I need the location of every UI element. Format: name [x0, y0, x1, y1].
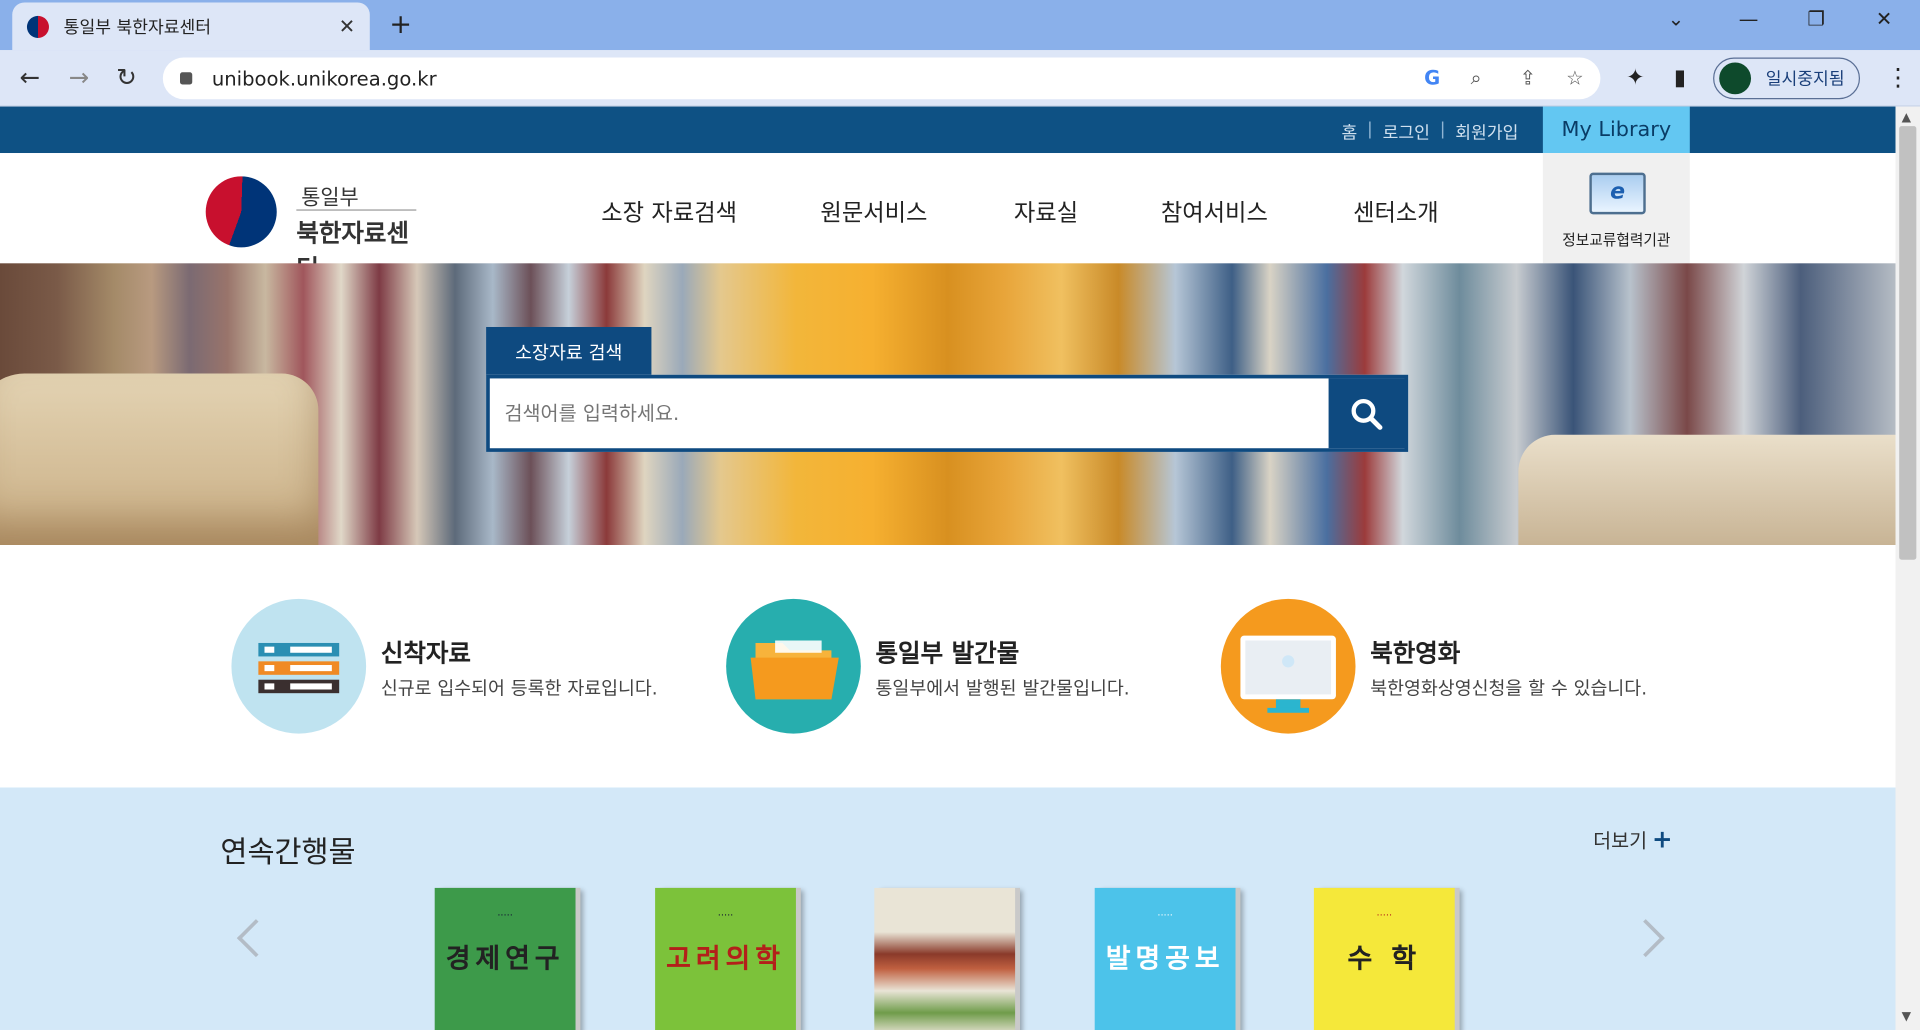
share-icon[interactable]: ⇪ — [1520, 66, 1536, 89]
quick-link-title: 북한영화 — [1370, 638, 1461, 668]
serial-cover[interactable]: ····· 수 학 — [1313, 887, 1455, 1030]
site-favicon-icon — [26, 15, 49, 38]
lock-icon — [180, 72, 193, 85]
folder-icon — [726, 598, 861, 734]
quick-link-ministry-publications[interactable]: 통일부 발간물 통일부에서 발행된 발간물입니다. — [726, 598, 1191, 734]
laptop-e-icon: e — [1589, 172, 1646, 215]
close-tab-icon[interactable]: ✕ — [339, 15, 355, 38]
monitor-icon — [1220, 598, 1356, 734]
utility-bar: 홈 | 로그인 | 회원가입 My Library — [0, 106, 1896, 154]
browser-menu-icon[interactable]: ⋮ — [1886, 62, 1910, 91]
close-window-icon[interactable]: ✕ — [1876, 7, 1892, 30]
serials-section: 연속간행물 더보기 + ····· 경제연구 ····· 고려의학 ····· 발… — [0, 787, 1896, 1030]
browser-tab[interactable]: 통일부 북한자료센터 ✕ — [12, 2, 370, 51]
quick-link-desc: 신규로 입수되어 등록한 자료입니다. — [380, 677, 658, 700]
browser-toolbar: ← → ↻ unibook.unikorea.go.kr G ⌕ ⇪ ☆ ✦ ▮… — [0, 50, 1920, 107]
serials-title: 연속간행물 — [220, 835, 356, 870]
nav-collection-search[interactable]: 소장 자료검색 — [601, 195, 737, 228]
serial-cover[interactable]: ····· 발명공보 — [1094, 887, 1236, 1030]
avatar — [1719, 62, 1752, 95]
signup-link[interactable]: 회원가입 — [1455, 120, 1518, 144]
serial-cover[interactable] — [874, 887, 1016, 1030]
nav-participation[interactable]: 참여서비스 — [1161, 195, 1268, 228]
quick-link-title: 통일부 발간물 — [875, 638, 1020, 668]
carousel-prev-icon[interactable] — [236, 919, 275, 958]
scrollbar-thumb[interactable] — [1899, 126, 1917, 560]
government-emblem-icon[interactable] — [205, 176, 277, 248]
minimize-icon[interactable]: — — [1739, 7, 1759, 30]
serial-cover-title: 발명공보 — [1105, 944, 1225, 975]
more-link[interactable]: 더보기 + — [1593, 824, 1673, 853]
nav-original-service[interactable]: 원문서비스 — [820, 195, 927, 228]
quick-link-title: 신착자료 — [380, 638, 471, 668]
profile-button[interactable]: 일시중지됨 — [1713, 57, 1861, 100]
address-bar[interactable]: unibook.unikorea.go.kr G ⌕ ⇪ ☆ — [162, 57, 1601, 100]
quick-link-desc: 북한영화상영신청을 할 수 있습니다. — [1370, 677, 1648, 700]
bookmark-star-icon[interactable]: ☆ — [1566, 66, 1584, 89]
scroll-up-icon[interactable]: ▲ — [1902, 111, 1911, 124]
restore-icon[interactable]: ❐ — [1807, 7, 1825, 30]
partner-label: 정보교류협력기관 — [1562, 231, 1671, 249]
login-link[interactable]: 로그인 — [1383, 120, 1430, 144]
side-panel-icon[interactable]: ▮ — [1674, 65, 1686, 91]
browser-tab-strip: 통일부 북한자료센터 ✕ + ⌄ — ❐ ✕ — [0, 0, 1920, 51]
back-icon[interactable]: ← — [20, 62, 41, 91]
url-text: unibook.unikorea.go.kr — [211, 66, 437, 91]
serial-cover[interactable]: ····· 고려의학 — [655, 887, 796, 1030]
zoom-icon[interactable]: ⌕ — [1471, 66, 1482, 90]
partner-institutions-link[interactable]: e 정보교류협력기관 — [1542, 153, 1690, 264]
home-link[interactable]: 홈 — [1341, 120, 1357, 144]
bookshelf-icon — [231, 598, 367, 734]
tab-search-icon[interactable]: ⌄ — [1668, 7, 1684, 30]
google-translate-icon[interactable]: G — [1424, 66, 1440, 89]
search-icon — [1351, 398, 1383, 430]
search-button[interactable] — [1328, 378, 1405, 449]
site-header: 통일부 북한자료센터 소장 자료검색 원문서비스 자료실 참여서비스 센터소개 … — [0, 153, 1896, 283]
scroll-down-icon[interactable]: ▼ — [1902, 1010, 1911, 1023]
my-library-button[interactable]: My Library — [1542, 106, 1690, 154]
reload-icon[interactable]: ↻ — [116, 62, 137, 91]
quick-link-nk-films[interactable]: 북한영화 북한영화상영신청을 할 수 있습니다. — [1220, 598, 1686, 734]
quick-link-desc: 통일부에서 발행된 발간물입니다. — [875, 677, 1130, 700]
page-scrollbar[interactable]: ▲ ▼ — [1895, 106, 1920, 1030]
serial-cover-title: 경제연구 — [445, 944, 565, 975]
profile-label: 일시중지됨 — [1765, 69, 1845, 90]
search-box — [486, 374, 1409, 452]
serial-cover-title: 고려의학 — [666, 944, 785, 975]
nav-about[interactable]: 센터소개 — [1353, 195, 1439, 228]
serial-cover-title: 수 학 — [1347, 944, 1422, 975]
search-input[interactable] — [504, 378, 1313, 449]
extensions-icon[interactable]: ✦ — [1626, 65, 1644, 91]
serial-cover[interactable]: ····· 경제연구 — [434, 887, 576, 1030]
forward-icon[interactable]: → — [69, 62, 90, 91]
tab-title: 통일부 북한자료센터 — [63, 17, 212, 38]
plus-icon: + — [1652, 824, 1673, 854]
logo-ministry-text[interactable]: 통일부 — [301, 180, 358, 210]
new-tab-icon[interactable]: + — [389, 10, 412, 41]
carousel-next-icon[interactable] — [1626, 919, 1665, 958]
quick-link-new-arrivals[interactable]: 신착자료 신규로 입수되어 등록한 자료입니다. — [231, 598, 696, 734]
nav-archive[interactable]: 자료실 — [1014, 195, 1078, 228]
search-tab[interactable]: 소장자료 검색 — [486, 326, 652, 376]
